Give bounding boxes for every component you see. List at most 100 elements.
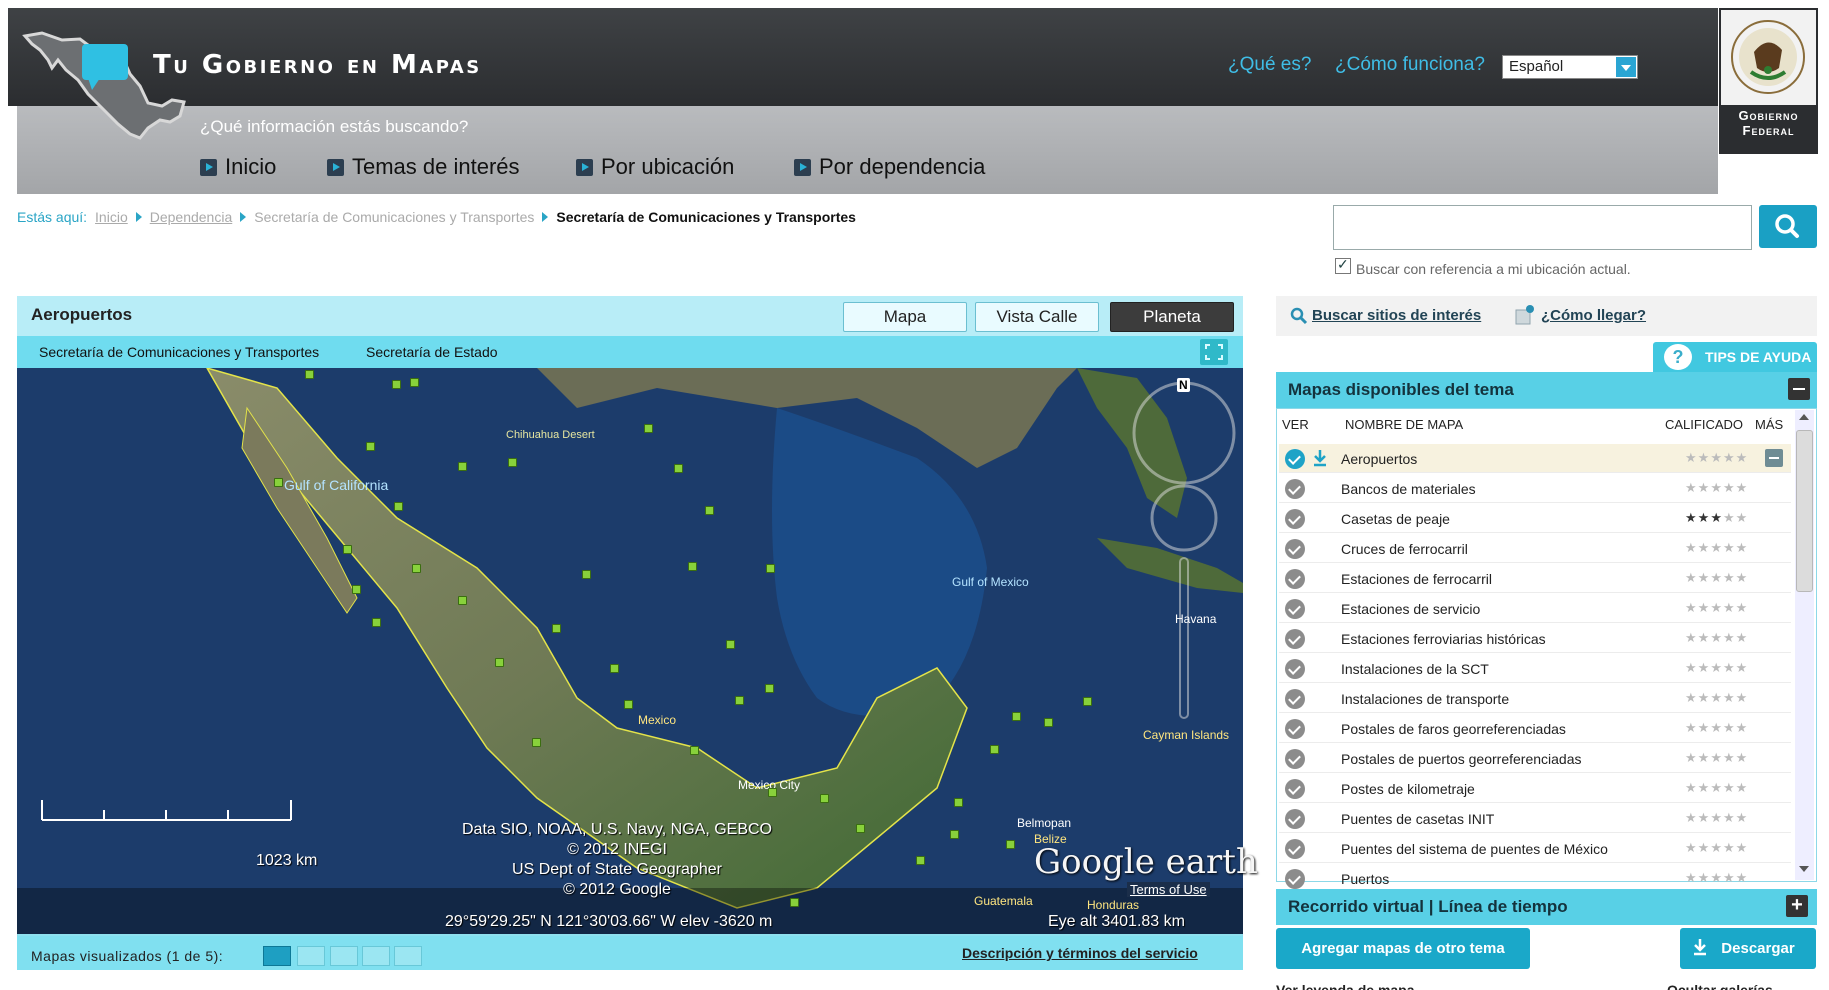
map-list-row[interactable]: Postales de puertos georreferenciadas ★★★…: [1279, 744, 1791, 773]
star-icon[interactable]: ★: [1723, 510, 1736, 525]
map-list-row[interactable]: Postales de faros georreferenciadas ★★★★★: [1279, 714, 1791, 743]
airport-marker[interactable]: [1083, 697, 1092, 706]
star-icon[interactable]: ★: [1723, 720, 1736, 735]
airport-marker[interactable]: [950, 830, 959, 839]
expand-plus-icon[interactable]: +: [1786, 895, 1808, 917]
airport-marker[interactable]: [582, 570, 591, 579]
star-icon[interactable]: ★: [1710, 810, 1723, 825]
rating-stars[interactable]: ★★★★★: [1685, 480, 1748, 496]
scroll-up-icon[interactable]: [1799, 414, 1809, 420]
star-icon[interactable]: ★: [1736, 450, 1749, 465]
airport-marker[interactable]: [768, 788, 777, 797]
star-icon[interactable]: ★: [1685, 630, 1698, 645]
source-tab-sct[interactable]: Secretaría de Comunicaciones y Transport…: [39, 344, 319, 360]
map-list-row[interactable]: Postes de kilometraje ★★★★★: [1279, 774, 1791, 803]
map-list-row[interactable]: Puentes de casetas INIT ★★★★★: [1279, 804, 1791, 833]
star-icon[interactable]: ★: [1685, 540, 1698, 555]
map-thumbnail-4[interactable]: [362, 946, 390, 966]
star-icon[interactable]: ★: [1736, 480, 1749, 495]
check-circle-icon[interactable]: [1285, 749, 1305, 769]
star-icon[interactable]: ★: [1723, 450, 1736, 465]
airport-marker[interactable]: [735, 696, 744, 705]
star-icon[interactable]: ★: [1710, 510, 1723, 525]
airport-marker[interactable]: [688, 562, 697, 571]
airport-marker[interactable]: [352, 585, 361, 594]
nav-dependencia[interactable]: Por dependencia: [794, 154, 985, 180]
map-list-row[interactable]: Estaciones ferroviarias históricas ★★★★★: [1279, 624, 1791, 653]
star-icon[interactable]: ★: [1698, 780, 1711, 795]
star-icon[interactable]: ★: [1736, 510, 1749, 525]
star-icon[interactable]: ★: [1685, 780, 1698, 795]
map-list-row[interactable]: Puentes del sistema de puentes de México…: [1279, 834, 1791, 863]
star-icon[interactable]: ★: [1685, 720, 1698, 735]
airport-marker[interactable]: [305, 370, 314, 379]
airport-marker[interactable]: [624, 700, 633, 709]
check-circle-icon[interactable]: [1285, 539, 1305, 559]
airport-marker[interactable]: [274, 478, 283, 487]
map-list-row[interactable]: Instalaciones de la SCT ★★★★★: [1279, 654, 1791, 683]
star-icon[interactable]: ★: [1685, 870, 1698, 885]
star-icon[interactable]: ★: [1736, 630, 1749, 645]
airport-marker[interactable]: [766, 564, 775, 573]
airport-marker[interactable]: [705, 506, 714, 515]
search-button[interactable]: [1759, 205, 1817, 248]
star-icon[interactable]: ★: [1710, 570, 1723, 585]
star-icon[interactable]: ★: [1698, 540, 1711, 555]
map-list-row[interactable]: Bancos de materiales ★★★★★: [1279, 474, 1791, 503]
star-icon[interactable]: ★: [1723, 660, 1736, 675]
location-reference-checkbox[interactable]: [1335, 256, 1351, 274]
view-mapa-button[interactable]: Mapa: [843, 302, 967, 332]
breadcrumb-inicio[interactable]: Inicio: [95, 209, 128, 225]
star-icon[interactable]: ★: [1685, 450, 1698, 465]
star-icon[interactable]: ★: [1710, 870, 1723, 885]
star-icon[interactable]: ★: [1723, 630, 1736, 645]
star-icon[interactable]: ★: [1736, 810, 1749, 825]
star-icon[interactable]: ★: [1698, 690, 1711, 705]
check-circle-icon[interactable]: [1285, 659, 1305, 679]
airport-marker[interactable]: [552, 624, 561, 633]
breadcrumb-dependencia[interactable]: Dependencia: [150, 209, 233, 225]
star-icon[interactable]: ★: [1685, 660, 1698, 675]
airport-marker[interactable]: [765, 684, 774, 693]
star-icon[interactable]: ★: [1698, 660, 1711, 675]
nav-ubicacion[interactable]: Por ubicación: [576, 154, 734, 180]
star-icon[interactable]: ★: [1710, 660, 1723, 675]
terms-of-use-link[interactable]: Terms of Use: [1127, 882, 1210, 897]
language-select[interactable]: Español: [1502, 55, 1638, 79]
rating-stars[interactable]: ★★★★★: [1685, 720, 1748, 736]
star-icon[interactable]: ★: [1710, 750, 1723, 765]
star-icon[interactable]: ★: [1685, 840, 1698, 855]
scroll-thumb[interactable]: [1796, 430, 1813, 592]
search-sites-link[interactable]: Buscar sitios de interés: [1312, 307, 1481, 324]
star-icon[interactable]: ★: [1710, 840, 1723, 855]
star-icon[interactable]: ★: [1698, 480, 1711, 495]
what-is-link[interactable]: ¿Qué es?: [1228, 54, 1311, 76]
airport-marker[interactable]: [410, 378, 419, 387]
rating-stars[interactable]: ★★★★★: [1685, 570, 1748, 586]
rating-stars[interactable]: ★★★★★: [1685, 600, 1748, 616]
star-icon[interactable]: ★: [1710, 540, 1723, 555]
star-icon[interactable]: ★: [1685, 600, 1698, 615]
airport-marker[interactable]: [532, 738, 541, 747]
rating-stars[interactable]: ★★★★★: [1685, 780, 1748, 796]
star-icon[interactable]: ★: [1723, 840, 1736, 855]
airport-marker[interactable]: [366, 442, 375, 451]
airport-marker[interactable]: [790, 898, 799, 907]
star-icon[interactable]: ★: [1698, 870, 1711, 885]
scroll-down-icon[interactable]: [1799, 866, 1809, 872]
star-icon[interactable]: ★: [1723, 690, 1736, 705]
map-thumbnail-5[interactable]: [394, 946, 422, 966]
nav-inicio[interactable]: Inicio: [200, 154, 276, 180]
star-icon[interactable]: ★: [1685, 750, 1698, 765]
airport-marker[interactable]: [674, 464, 683, 473]
star-icon[interactable]: ★: [1723, 480, 1736, 495]
mexico-map-logo-icon[interactable]: [22, 30, 187, 150]
site-title[interactable]: Tu Gobierno en Mapas: [153, 50, 482, 80]
airport-marker[interactable]: [412, 564, 421, 573]
airport-marker[interactable]: [495, 658, 504, 667]
check-circle-icon[interactable]: [1285, 509, 1305, 529]
star-icon[interactable]: ★: [1685, 690, 1698, 705]
map-thumbnail-3[interactable]: [330, 946, 358, 966]
star-icon[interactable]: ★: [1698, 810, 1711, 825]
star-icon[interactable]: ★: [1736, 780, 1749, 795]
